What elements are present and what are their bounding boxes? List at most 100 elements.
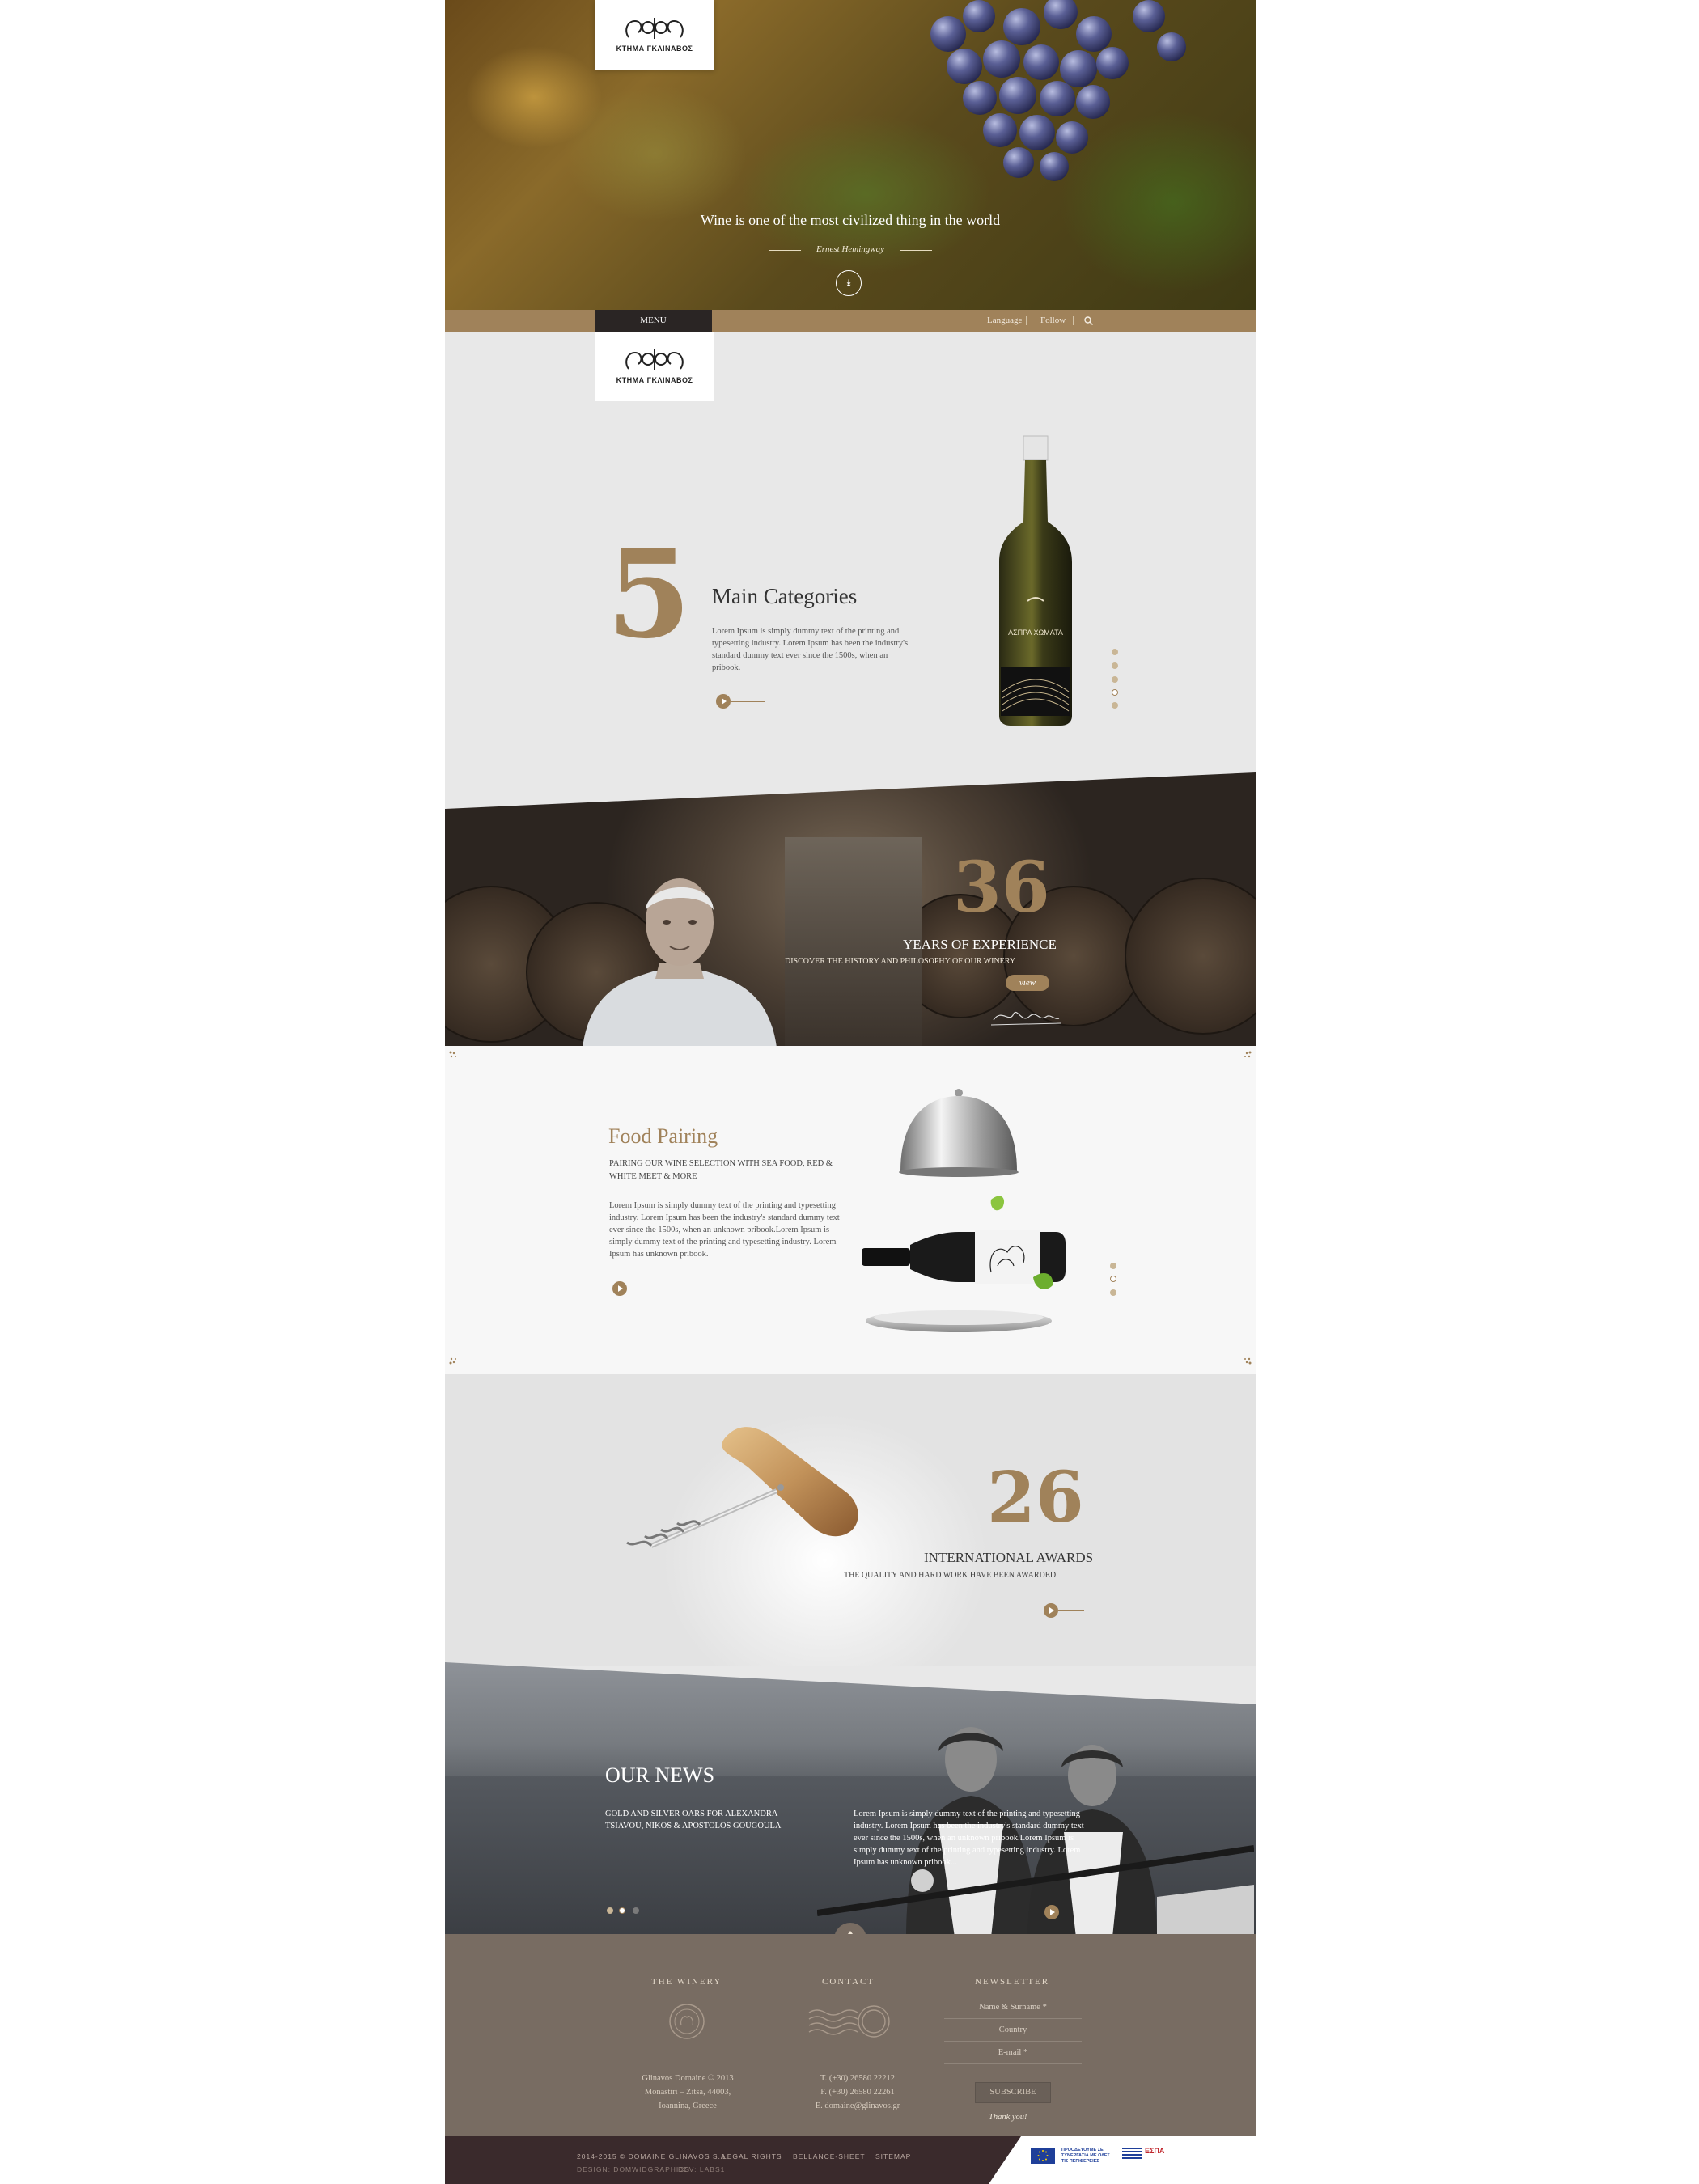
- barrel: [1125, 878, 1256, 1035]
- play-button[interactable]: [1044, 1603, 1058, 1618]
- footer-winery-address: Glinavos Domaine © 2013 Monastiri – Zits…: [635, 2072, 740, 2113]
- corner-ornament-icon: [449, 1051, 456, 1058]
- email-field[interactable]: E-mail *: [944, 2042, 1082, 2064]
- page: ΚΤΗΜΑ ΓΚΛΙΝΑΒΟΣ Wine is one of the most …: [445, 0, 1256, 2184]
- wine-bottle-image: ΑΣΠΡΑ ΧΩΜΑΤΑ: [999, 435, 1072, 726]
- grape: [930, 16, 966, 52]
- food-pairing-subtitle: PAIRING OUR WINE SELECTION WITH SEA FOOD…: [609, 1159, 833, 1181]
- view-button[interactable]: view: [1006, 975, 1049, 991]
- address-line: Ioannina, Greece: [659, 2101, 717, 2110]
- experience-title: YEARS OF EXPERIENCE: [903, 937, 1057, 952]
- balance-sheet-link[interactable]: BELLANCE-SHEET: [793, 2152, 866, 2161]
- logo-emblem-icon: [625, 18, 684, 39]
- slider-dot-active[interactable]: [619, 1907, 625, 1914]
- main-nav-bar: MENU Language Follow: [445, 310, 1256, 332]
- corkscrew-image: [626, 1427, 858, 1548]
- slider-dot[interactable]: [1110, 1289, 1116, 1296]
- espa-logo: ΕΣΠΑ: [1145, 2147, 1165, 2155]
- slider-dot[interactable]: [1112, 649, 1118, 655]
- slider-dot[interactable]: [633, 1907, 639, 1914]
- slider-dot[interactable]: [1112, 702, 1118, 709]
- fax-text: F. (+30) 26580 22261: [820, 2088, 895, 2097]
- espa-slogan: ΠΡΟΟΔΕΥΟΥΜΕ ΣΕ ΣΥΝΕΡΓΑΣΙΑ ΜΕ ΟΛΕΣ ΤΙΣ ΠΕ…: [1061, 2148, 1110, 2164]
- hero-logo[interactable]: ΚΤΗΜΑ ΓΚΛΙΝΑΒΟΣ: [595, 0, 714, 70]
- grape: [1056, 121, 1088, 154]
- address-line: Monastiri – Zitsa, 44003,: [644, 2088, 731, 2097]
- grape: [1040, 81, 1075, 116]
- name-field[interactable]: Name & Surname *: [944, 1997, 1082, 2019]
- copyright-text: 2014-2015 © DOMAINE GLINAVOS S.A.: [577, 2152, 729, 2161]
- play-button[interactable]: [1044, 1905, 1059, 1919]
- footer-newsletter-heading: NEWSLETTER: [975, 1977, 1050, 1987]
- slider-dot[interactable]: [1110, 1263, 1116, 1269]
- chevron-double-down-icon: ⯯: [845, 277, 852, 289]
- search-icon[interactable]: [1084, 316, 1093, 325]
- grape: [1044, 0, 1078, 29]
- section-logo[interactable]: ΚΤΗΜΑ ΓΚΛΙΝΑΒΟΣ: [595, 332, 714, 401]
- divider: [731, 701, 765, 702]
- grape: [1003, 8, 1040, 45]
- footer-contact-info: T. (+30) 26580 22212 F. (+30) 26580 2226…: [801, 2072, 914, 2113]
- corner-ornament-icon: [1244, 1051, 1252, 1058]
- country-field[interactable]: Country: [944, 2020, 1082, 2042]
- grape: [1076, 85, 1110, 119]
- language-link[interactable]: Language: [987, 310, 1022, 332]
- categories-title: Main Categories: [712, 584, 858, 608]
- sitemap-link[interactable]: SITEMAP: [875, 2152, 911, 2161]
- play-button[interactable]: [612, 1281, 627, 1296]
- slider-dot[interactable]: [607, 1907, 613, 1914]
- categories-text: Lorem Ipsum is simply dummy text of the …: [712, 627, 909, 672]
- email-link[interactable]: E. domaine@glinavos.gr: [801, 2099, 914, 2113]
- grape: [983, 40, 1020, 78]
- grape: [1157, 32, 1186, 61]
- grape: [1003, 147, 1034, 178]
- grape: [1040, 152, 1069, 181]
- menu-button[interactable]: MENU: [595, 310, 712, 332]
- slider-dot[interactable]: [1112, 662, 1118, 669]
- slider-dot[interactable]: [1112, 676, 1118, 683]
- categories-count: 5: [607, 523, 692, 666]
- years-count: 36: [953, 847, 1050, 929]
- grape: [983, 113, 1017, 147]
- food-pairing-title: Food Pairing: [608, 1124, 718, 1148]
- grape: [999, 77, 1036, 114]
- cellar-corridor: [785, 837, 922, 1046]
- grape: [1133, 0, 1165, 32]
- play-button[interactable]: [716, 694, 731, 709]
- dev-credit[interactable]: DEV: LABS1: [678, 2165, 725, 2173]
- design-credit[interactable]: DESIGN: DOMWIDGRAPHICS: [577, 2165, 690, 2173]
- footer-contact-heading: CONTACT: [822, 1977, 875, 1987]
- awards-count: 26: [987, 1457, 1084, 1539]
- experience-section: 36 YEARS OF EXPERIENCE DISCOVER THE HIST…: [445, 772, 1256, 1046]
- footer-winery-heading: THE WINERY: [651, 1977, 722, 1987]
- corner-ornament-icon: [449, 1357, 456, 1365]
- newsletter-thanks: Thank you!: [989, 2113, 1027, 2122]
- experience-subtitle: DISCOVER THE HISTORY AND PHILOSOPHY OF O…: [785, 957, 1016, 966]
- slider-dot-active[interactable]: [1112, 689, 1118, 696]
- grape: [963, 0, 995, 32]
- grape: [1023, 44, 1059, 80]
- follow-link[interactable]: Follow: [1040, 310, 1066, 332]
- footer: THE WINERY Glinavos Domaine © 2013 Monas…: [445, 1934, 1256, 2136]
- postmark-icon: [808, 2005, 890, 2038]
- divider: [900, 250, 932, 251]
- winemaker-portrait: [583, 878, 777, 1046]
- subscribe-button[interactable]: SUBSCRIBE: [975, 2082, 1051, 2103]
- news-text: Lorem Ipsum is simply dummy text of the …: [854, 1809, 1084, 1867]
- grape: [1060, 50, 1097, 87]
- hero-quote-author: Ernest Hemingway: [816, 244, 884, 254]
- scroll-down-button[interactable]: ⯯: [836, 270, 862, 296]
- news-headline: GOLD AND SILVER OARS FOR ALEXANDRA TSIAV…: [605, 1809, 782, 1831]
- bottom-bar: 2014-2015 © DOMAINE GLINAVOS S.A. LEGAL …: [445, 2136, 1256, 2184]
- hero-banner: ΚΤΗΜΑ ΓΚΛΙΝΑΒΟΣ Wine is one of the most …: [445, 0, 1256, 310]
- logo-emblem-icon: [625, 349, 684, 370]
- phone-text[interactable]: T. (+30) 26580 22212: [801, 2072, 914, 2085]
- legal-rights-link[interactable]: LEGAL RIGHTS: [722, 2152, 782, 2161]
- food-pairing-section: Food Pairing PAIRING OUR WINE SELECTION …: [445, 1046, 1256, 1374]
- signature-image: [990, 1011, 1061, 1026]
- slider-dot-active[interactable]: [1110, 1276, 1116, 1282]
- grape: [963, 81, 997, 115]
- grape: [1096, 47, 1129, 79]
- corner-ornament-icon: [1244, 1357, 1252, 1365]
- address-line: Glinavos Domaine © 2013: [642, 2074, 734, 2083]
